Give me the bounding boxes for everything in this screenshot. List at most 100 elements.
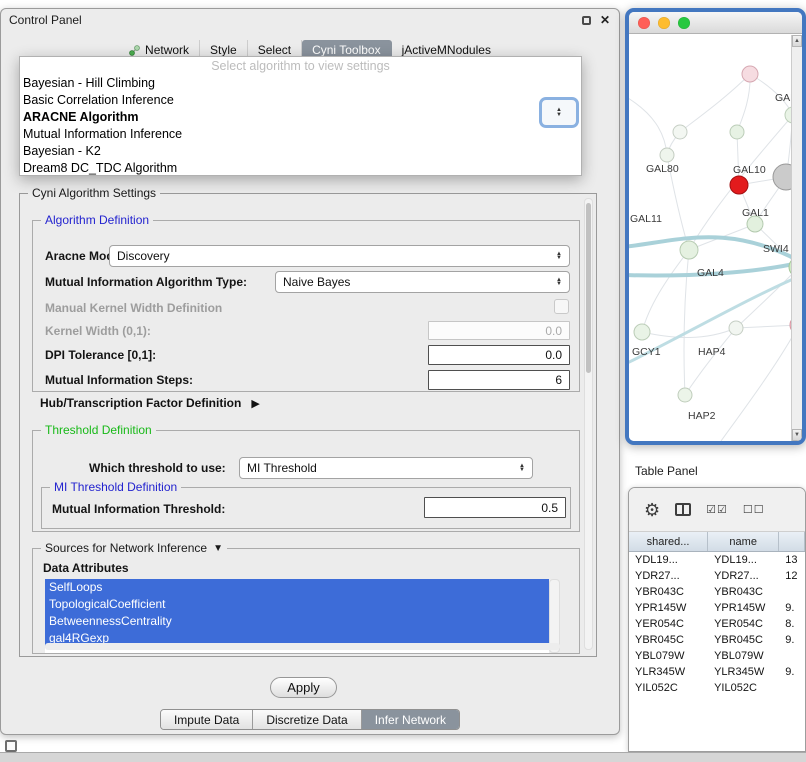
node-label: SWI4 xyxy=(763,243,789,255)
data-attributes-label: Data Attributes xyxy=(43,561,129,575)
control-panel-window: Control Panel ✕ NetworkStyleSelectCyni T… xyxy=(0,8,620,735)
network-edge xyxy=(680,74,750,132)
algorithm-option[interactable]: Bayesian - K2 xyxy=(20,143,581,160)
settings-scrollbar[interactable] xyxy=(584,198,593,650)
table-cell: YDR27... xyxy=(629,568,708,584)
network-scrollbar[interactable]: ▲ ▼ xyxy=(791,35,802,441)
network-node[interactable] xyxy=(729,321,743,335)
data-attribute-item[interactable]: TopologicalCoefficient xyxy=(45,596,549,613)
network-node[interactable] xyxy=(680,241,698,259)
scroll-down-icon[interactable]: ▼ xyxy=(792,429,802,441)
table-cell xyxy=(779,584,805,600)
node-label: GAL11 xyxy=(630,213,662,225)
table-cell: 13 xyxy=(779,552,805,568)
algorithm-option[interactable]: Mutual Information Inference xyxy=(20,126,581,143)
column-header[interactable] xyxy=(779,532,805,551)
algorithm-option[interactable]: ARACNE Algorithm xyxy=(20,109,581,126)
attributes-list-scrollbar[interactable] xyxy=(549,579,560,653)
node-label: GAL4 xyxy=(697,267,724,279)
group-title-cyni-settings: Cyni Algorithm Settings xyxy=(28,186,160,201)
table-row[interactable]: YBR045CYBR045C9. xyxy=(629,632,805,648)
minimize-traffic-icon[interactable] xyxy=(658,17,670,29)
combo-arrows-icon: ▲▼ xyxy=(556,108,562,117)
expand-right-icon[interactable]: ▶ xyxy=(251,397,259,410)
kernel-width-input[interactable]: 0.0 xyxy=(428,321,570,340)
table-cell: YER054C xyxy=(708,616,779,632)
table-cell: YBL079W xyxy=(629,648,708,664)
group-title-mi-threshold: MI Threshold Definition xyxy=(50,480,181,495)
network-node[interactable] xyxy=(742,66,758,82)
network-node[interactable] xyxy=(678,388,692,402)
apply-button[interactable]: Apply xyxy=(270,677,337,698)
tab-label: Cyni Toolbox xyxy=(312,43,380,57)
which-threshold-select[interactable]: MI Threshold ▲▼ xyxy=(239,457,533,479)
select-all-columns-icon[interactable]: ☑☑ xyxy=(706,503,728,516)
close-icon[interactable]: ✕ xyxy=(600,14,610,26)
table-row[interactable]: YPR145WYPR145W9. xyxy=(629,600,805,616)
gear-icon[interactable]: ⚙ xyxy=(644,501,660,519)
data-attribute-item[interactable]: SelfLoops xyxy=(45,579,549,596)
network-edge xyxy=(642,250,689,332)
tab-infer-network[interactable]: Infer Network xyxy=(361,710,459,729)
columns-icon[interactable] xyxy=(675,503,691,516)
selected-value: Discovery xyxy=(117,249,556,263)
table-row[interactable]: YDL19...YDL19...13 xyxy=(629,552,805,568)
bottom-tab-bar: Impute DataDiscretize DataInfer Network xyxy=(160,709,460,730)
table-cell: 12 xyxy=(779,568,805,584)
table-row[interactable]: YIL052CYIL052C xyxy=(629,680,805,696)
network-window-titlebar[interactable] xyxy=(629,12,802,34)
dpi-tolerance-input[interactable]: 0.0 xyxy=(428,345,570,365)
table-row[interactable]: YER054CYER054C8. xyxy=(629,616,805,632)
table-cell xyxy=(779,680,805,696)
close-traffic-icon[interactable] xyxy=(638,17,650,29)
table-row[interactable]: YBR043CYBR043C xyxy=(629,584,805,600)
network-node[interactable] xyxy=(730,125,744,139)
dropdown-item-list: Bayesian - Hill ClimbingBasic Correlatio… xyxy=(20,75,581,177)
aracne-mode-select[interactable]: Discovery ▲▼ xyxy=(109,245,570,267)
table-cell: YLR345W xyxy=(629,664,708,680)
zoom-traffic-icon[interactable] xyxy=(678,17,690,29)
table-row[interactable]: YLR345WYLR345W9. xyxy=(629,664,805,680)
data-attributes-list[interactable]: SelfLoopsTopologicalCoefficientBetweenne… xyxy=(45,579,549,653)
algorithm-combobox-button[interactable]: ▲▼ xyxy=(539,97,579,128)
network-node[interactable] xyxy=(673,125,687,139)
mi-threshold-input[interactable]: 0.5 xyxy=(424,497,566,518)
network-node[interactable] xyxy=(634,324,650,340)
column-header[interactable]: shared... xyxy=(629,532,708,551)
deselect-all-columns-icon[interactable]: ☐☐ xyxy=(743,503,765,516)
manual-kernel-checkbox[interactable] xyxy=(554,299,569,314)
network-node[interactable] xyxy=(660,148,674,162)
tab-impute-data[interactable]: Impute Data xyxy=(161,710,252,729)
scroll-up-icon[interactable]: ▲ xyxy=(792,35,802,47)
selected-value: Naive Bayes xyxy=(283,275,556,289)
data-attribute-item[interactable]: BetweennessCentrality xyxy=(45,613,549,630)
column-header[interactable]: name xyxy=(708,532,779,551)
group-title-threshold-definition: Threshold Definition xyxy=(41,423,156,438)
algorithm-option[interactable]: Basic Correlation Inference xyxy=(20,92,581,109)
manual-kernel-label: Manual Kernel Width Definition xyxy=(45,301,222,315)
algorithm-option[interactable]: Bayesian - Hill Climbing xyxy=(20,75,581,92)
network-canvas[interactable]: GALGAL80GAL10GAL11GAL1SWI4GAL4GCY1HAP4HA… xyxy=(629,35,802,441)
table-row[interactable]: YDR27...YDR27...12 xyxy=(629,568,805,584)
scrollbar-thumb[interactable] xyxy=(586,203,591,373)
mi-type-label: Mutual Information Algorithm Type: xyxy=(45,275,247,289)
control-panel-titlebar[interactable]: Control Panel ✕ xyxy=(1,9,619,31)
mi-steps-input[interactable]: 6 xyxy=(428,370,570,390)
table-cell: 9. xyxy=(779,632,805,648)
collapse-down-icon[interactable]: ▼ xyxy=(213,541,223,556)
algorithm-option[interactable]: Dream8 DC_TDC Algorithm xyxy=(20,160,581,177)
table-panel-title: Table Panel xyxy=(635,464,698,478)
kernel-width-label: Kernel Width (0,1): xyxy=(45,324,151,338)
network-edge xyxy=(737,74,750,132)
minimized-panel-icon[interactable] xyxy=(5,740,17,752)
network-node[interactable] xyxy=(730,176,748,194)
cyni-algorithm-settings-group: Cyni Algorithm Settings Algorithm Defini… xyxy=(19,193,597,657)
float-window-icon[interactable] xyxy=(582,16,591,25)
hub-definition-toggle[interactable]: Hub/Transcription Factor Definition ▶ xyxy=(40,396,260,410)
table-row[interactable]: YBL079WYBL079W xyxy=(629,648,805,664)
tab-discretize-data[interactable]: Discretize Data xyxy=(252,710,360,729)
bottom-window-edge xyxy=(0,752,806,762)
tab-label: Network xyxy=(145,43,189,57)
horizontal-scrollbar[interactable] xyxy=(45,643,560,650)
mi-type-select[interactable]: Naive Bayes ▲▼ xyxy=(275,271,570,293)
